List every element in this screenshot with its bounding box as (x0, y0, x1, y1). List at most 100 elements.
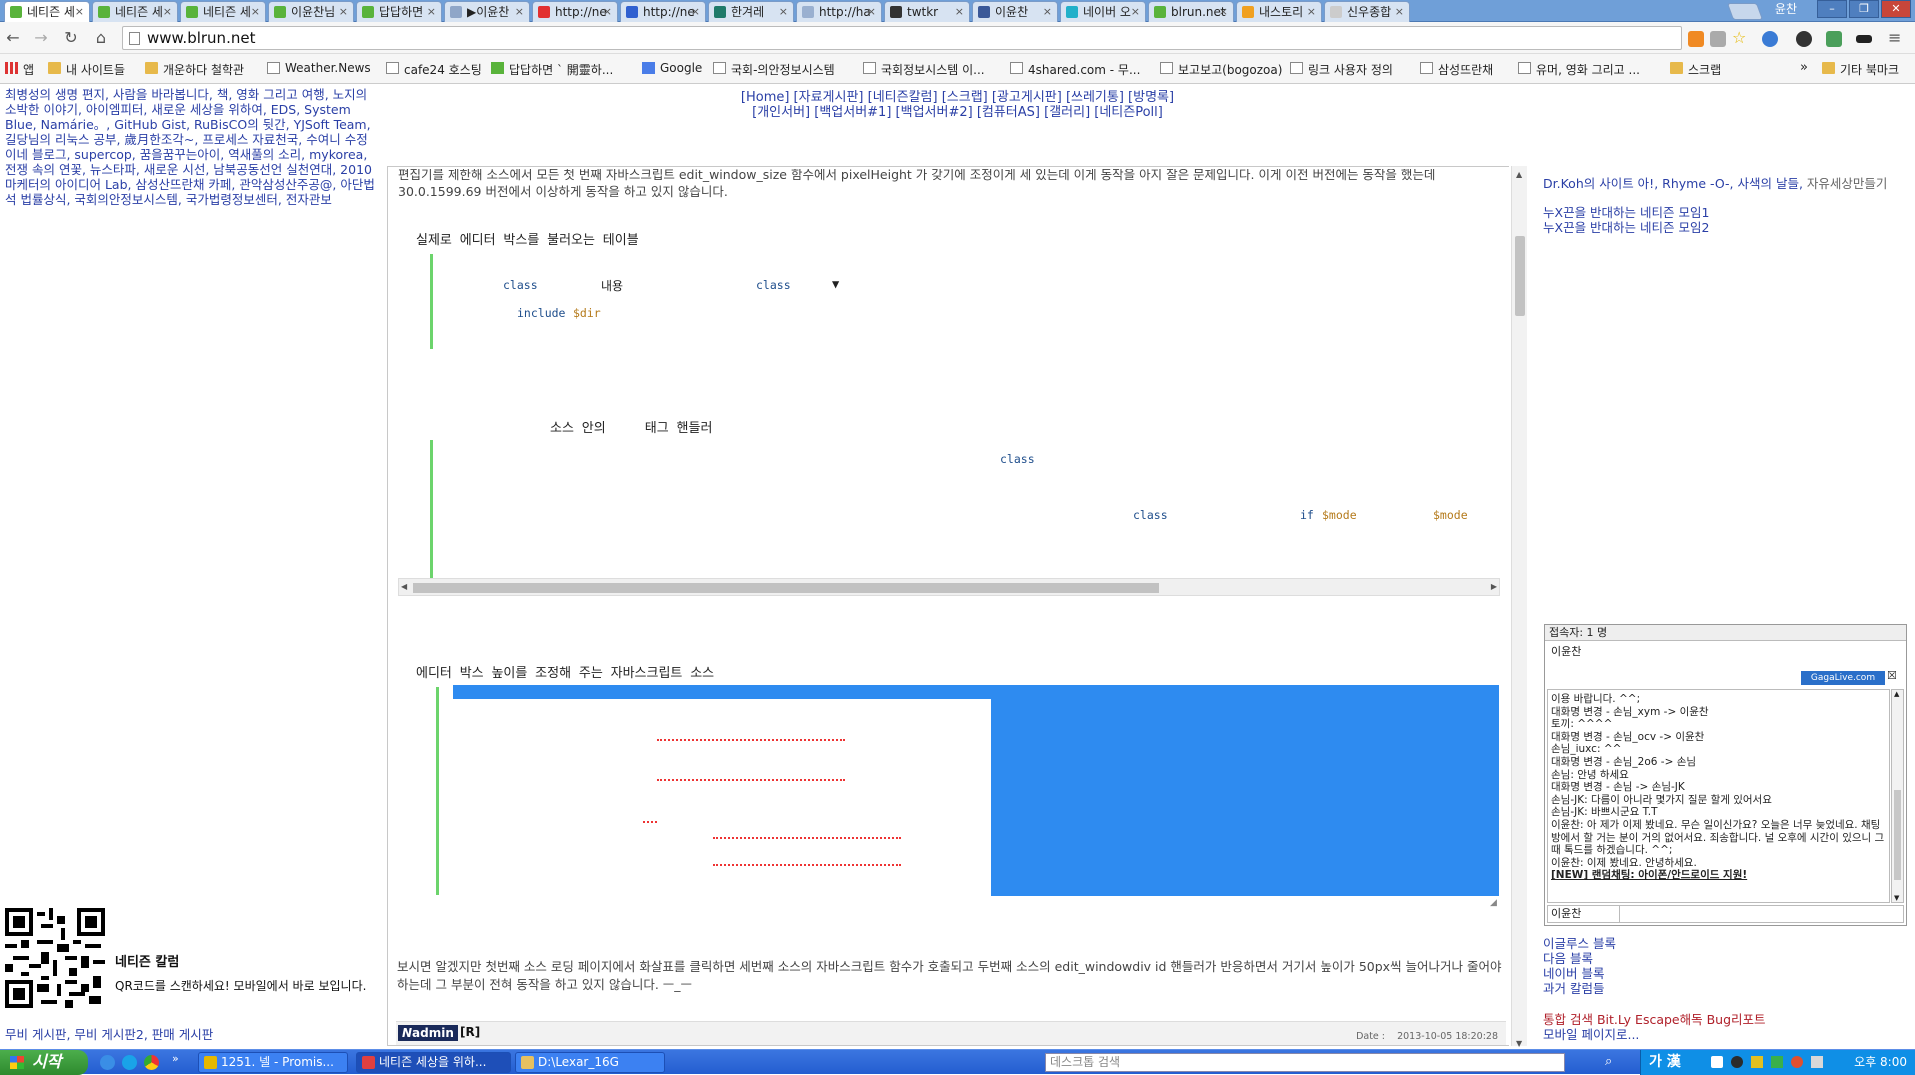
ime-indicator[interactable]: 가 漢 (1649, 1050, 1681, 1074)
lock-icon[interactable] (1751, 1056, 1763, 1068)
search-icon[interactable]: ⌕ (1605, 1054, 1612, 1069)
browser-tab[interactable]: 답답하면 × (356, 1, 442, 22)
taskbar-task[interactable]: D:\Lexar_16G (515, 1052, 665, 1073)
tab-close-icon[interactable]: × (691, 2, 700, 22)
chat-message[interactable]: [NEW] 랜덤채팅: 아이폰/안드로이드 지원! (1551, 869, 1886, 882)
scroll-down-icon[interactable]: ▼ (1894, 894, 1899, 902)
bookmark-item[interactable]: 내 사이트들 (48, 61, 125, 78)
chrome-icon[interactable] (144, 1055, 159, 1070)
taskbar-task[interactable]: 네티즌 세상을 위하... (356, 1052, 511, 1073)
rss-icon[interactable] (1688, 31, 1704, 47)
address-bar[interactable]: www.blrun.net (122, 26, 1682, 50)
browser-tab[interactable]: 한겨레 × (708, 1, 794, 22)
back-arrow-icon[interactable]: ← (2, 28, 24, 47)
browser-tab[interactable]: 내스토리 × (1236, 1, 1322, 22)
chat-input[interactable]: 이윤찬 (1547, 905, 1904, 923)
tab-close-icon[interactable]: × (1307, 2, 1316, 22)
tab-close-icon[interactable]: × (515, 2, 524, 22)
browser-tab[interactable]: ▶이윤찬 × (444, 1, 530, 22)
bookmark-item[interactable]: 삼성뜨란채 (1420, 61, 1493, 78)
bookmark-item[interactable]: 기타 북마크 (1822, 61, 1899, 78)
glasses-icon[interactable] (1856, 35, 1872, 43)
tab-close-icon[interactable]: × (1219, 2, 1228, 22)
skype-icon[interactable] (122, 1055, 137, 1070)
close-icon[interactable]: ✕ (1881, 0, 1911, 18)
chevron-icon[interactable]: » (172, 1052, 179, 1065)
chat-nickname[interactable]: 이윤찬 (1548, 906, 1620, 922)
blog-link[interactable]: 이글루스 블록 (1543, 936, 1616, 951)
star-icon[interactable]: ☆ (1732, 30, 1748, 47)
browser-tab[interactable]: twtkr × (884, 1, 970, 22)
friend-sites-links[interactable]: Dr.Koh의 사이트 아!, Rhyme -O-, 사색의 날들, 자유세상만… (1543, 173, 1887, 192)
reload-icon[interactable]: ↻ (60, 28, 82, 47)
author-badge[interactable]: Nadmin (398, 1025, 458, 1041)
tray-icon[interactable] (1731, 1056, 1743, 1068)
mobile-page-link[interactable]: 모바일 페이지로... (1543, 1024, 1639, 1043)
blog-link[interactable]: 과거 칼럼들 (1543, 981, 1616, 996)
bookmark-item[interactable]: 유머, 영화 그리고 ... (1518, 61, 1640, 78)
bookmark-item[interactable]: 보고보고(bogozoa) (1160, 61, 1282, 78)
bookmark-item[interactable]: Google (642, 61, 702, 75)
scroll-thumb[interactable] (1515, 236, 1525, 316)
tab-close-icon[interactable]: × (1131, 2, 1140, 22)
tab-close-icon[interactable]: × (603, 2, 612, 22)
gagalive-logo[interactable]: GagaLive.com (1801, 671, 1885, 685)
browser-tab[interactable]: blrun.net × (1148, 1, 1234, 22)
blog-link[interactable]: 다음 블록 (1543, 951, 1616, 966)
new-tab-button[interactable] (1726, 3, 1764, 20)
bookmark-item[interactable]: 개운하다 철학관 (145, 61, 244, 78)
chat-user-list-item[interactable]: 이윤찬 (1551, 643, 1581, 659)
bookmark-item[interactable]: 앱 (5, 61, 34, 78)
taskbar-task[interactable]: 1251. 넬 - Promis... (198, 1052, 348, 1073)
browser-tab[interactable]: 네이버 오 × (1060, 1, 1146, 22)
start-button[interactable]: 시작 (0, 1050, 88, 1075)
tray-icon[interactable] (1771, 1056, 1783, 1068)
horizontal-scrollbar[interactable]: ◀ ▶ (398, 578, 1500, 596)
scroll-right-icon[interactable]: ▶ (1491, 582, 1497, 591)
tab-close-icon[interactable]: × (867, 2, 876, 22)
tab-close-icon[interactable]: × (1043, 2, 1052, 22)
more-bookmarks-icon[interactable]: » (1800, 60, 1808, 75)
browser-tab[interactable]: 신우종합 × (1324, 1, 1410, 22)
bookmark-item[interactable]: cafe24 호스팅 (386, 61, 482, 78)
vertical-scrollbar[interactable]: ▲ ▼ (1511, 166, 1527, 1048)
browser-tab[interactable]: http://ne × (620, 1, 706, 22)
close-icon[interactable]: ☒ (1887, 669, 1897, 682)
tab-close-icon[interactable]: × (1395, 2, 1404, 22)
quicklaunch-icon[interactable] (100, 1055, 115, 1070)
pin-icon[interactable] (1710, 31, 1726, 47)
extension-icon[interactable] (1826, 31, 1842, 47)
scroll-thumb[interactable] (413, 583, 1159, 593)
bookmark-item[interactable]: 국회정보시스템 이... (863, 61, 985, 78)
browser-tab[interactable]: http://ha × (796, 1, 882, 22)
tray-icon[interactable] (1711, 1056, 1723, 1068)
bookmark-item[interactable]: Weather.News (267, 61, 371, 75)
forward-arrow-icon[interactable]: → (30, 28, 52, 47)
bookmark-item[interactable]: 4shared.com - 무... (1010, 61, 1140, 78)
menu-icon[interactable]: ≡ (1888, 30, 1904, 47)
bookmark-item[interactable]: 답답하면 ` 開靈하... (491, 61, 613, 78)
tab-close-icon[interactable]: × (955, 2, 964, 22)
browser-tab[interactable]: 네티즌 세 × (92, 1, 178, 22)
scroll-up-icon[interactable]: ▲ (1516, 170, 1522, 179)
tab-close-icon[interactable]: × (339, 2, 348, 22)
maximize-icon[interactable]: ❐ (1849, 0, 1879, 18)
bookmark-item[interactable]: 링크 사용자 정의 (1290, 61, 1393, 78)
browser-tab[interactable]: http://ne × (532, 1, 618, 22)
browser-tab[interactable]: 이윤찬 × (972, 1, 1058, 22)
board-links[interactable]: 무비 게시판, 무비 게시판2, 판매 게시판 (5, 1024, 213, 1043)
minimize-icon[interactable]: – (1817, 0, 1847, 18)
scroll-thumb[interactable] (1894, 790, 1901, 880)
home-icon[interactable]: ⌂ (90, 28, 112, 47)
tab-close-icon[interactable]: × (251, 2, 260, 22)
scroll-down-icon[interactable]: ▼ (1516, 1039, 1522, 1048)
browser-tab[interactable]: 네티즌 세 × (180, 1, 266, 22)
tab-close-icon[interactable]: × (427, 2, 436, 22)
browser-tab[interactable]: 이윤찬님 × (268, 1, 354, 22)
bookmark-item[interactable]: 국회-의안정보시스템 (713, 61, 835, 78)
scroll-up-icon[interactable]: ▲ (1894, 690, 1899, 698)
reply-link[interactable]: [R] (460, 1025, 480, 1039)
blog-link[interactable]: 네이버 블록 (1543, 966, 1616, 981)
desktop-search-input[interactable]: 데스크톱 검색 (1045, 1053, 1565, 1072)
scroll-left-icon[interactable]: ◀ (401, 582, 407, 591)
